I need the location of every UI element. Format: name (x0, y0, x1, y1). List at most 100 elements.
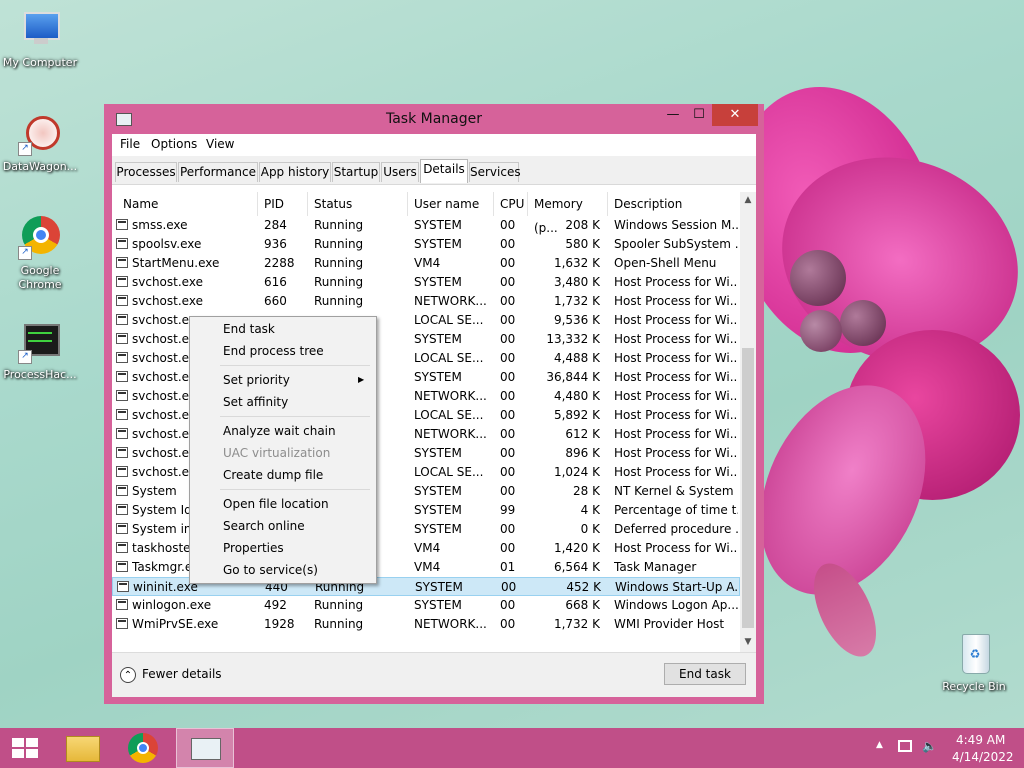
tab-details[interactable]: Details (420, 159, 468, 183)
cell-cpu: 00 (500, 484, 516, 498)
table-header: Name ˄ PID Status User name CPU Memory (… (112, 192, 740, 235)
cell-desc: Deferred procedure ... (614, 522, 738, 536)
cell-cpu: 00 (500, 522, 516, 536)
table-row[interactable]: WmiPrvSE.exe 1928 Running NETWORK... 00 1,732… (112, 615, 740, 634)
column-header-pid[interactable]: PID (258, 192, 308, 216)
cell-user: NETWORK... (414, 427, 487, 441)
end-task-button[interactable]: End task (664, 663, 746, 685)
cell-status: Running (314, 617, 364, 631)
desktop-icon-processhacker[interactable]: ↗ ProcessHac... (0, 320, 80, 382)
menu-item-create-dump-file[interactable]: Create dump file (223, 468, 323, 482)
show-hidden-icons-icon[interactable]: ▲ (876, 740, 883, 750)
taskbar-task-manager[interactable] (176, 728, 234, 768)
fewer-details-link[interactable]: ⌃ Fewer details (120, 665, 222, 683)
network-icon[interactable] (898, 740, 912, 752)
cell-desc: Task Manager (614, 560, 697, 574)
desktop-icon-label: Recycle Bin (942, 680, 1006, 693)
tab-services[interactable]: Services (469, 162, 521, 182)
table-row[interactable]: svchost.exe 616 Running SYSTEM 00 3,480 K Host… (112, 273, 740, 292)
tab-app-history[interactable]: App history (259, 162, 331, 182)
cell-pid: 1928 (264, 617, 295, 631)
cell-user: SYSTEM (414, 237, 462, 251)
column-header-cpu[interactable]: CPU (494, 192, 528, 216)
table-row[interactable]: svchost.exe 660 Running NETWORK... 00 1,732 K… (112, 292, 740, 311)
recycle-bin-icon: ♻ (952, 632, 996, 676)
cell-desc: WMI Provider Host (614, 617, 725, 631)
column-header-user-name[interactable]: User name (408, 192, 494, 216)
column-header-memory[interactable]: Memory (p... (528, 192, 608, 235)
menu-item-search-online[interactable]: Search online (223, 519, 305, 533)
process-icon (117, 581, 129, 592)
menu-item-go-to-services[interactable]: Go to service(s) (223, 563, 318, 577)
desktop-icon-datawagon[interactable]: ↗ DataWagon... (0, 112, 80, 174)
maximize-button[interactable]: ☐ (686, 104, 712, 126)
tab-strip: Processes Performance App history Startu… (112, 156, 756, 185)
menu-options[interactable]: Options (151, 137, 197, 151)
cell-mem: 9,536 K (553, 313, 600, 327)
title-bar[interactable]: Task Manager — ☐ ✕ (104, 104, 764, 134)
cell-cpu: 00 (500, 408, 516, 422)
footer-bar: ⌃ Fewer details End task (112, 652, 756, 697)
desktop-icon-google-chrome[interactable]: ↗ Google Chrome (0, 216, 80, 292)
process-icon (116, 409, 128, 420)
process-icon (116, 618, 128, 629)
desktop-icon-recycle-bin[interactable]: ♻ Recycle Bin (934, 632, 1014, 694)
cell-status: Running (314, 294, 364, 308)
cell-mem: 208 K (565, 218, 600, 232)
column-header-description[interactable]: Description (608, 192, 740, 216)
clock-time[interactable]: 4:49 AM (956, 733, 1005, 747)
cell-desc: Windows Session M... (614, 218, 738, 232)
cell-user: SYSTEM (414, 598, 462, 612)
menu-item-end-task[interactable]: End task (223, 322, 275, 336)
cell-cpu: 00 (500, 370, 516, 384)
datawagon-icon: ↗ (18, 112, 62, 156)
cell-cpu: 00 (501, 580, 517, 594)
cell-mem: 5,892 K (553, 408, 600, 422)
close-button[interactable]: ✕ (712, 104, 758, 126)
menu-item-end-process-tree[interactable]: End process tree (223, 344, 324, 358)
cell-mem: 4,488 K (553, 351, 600, 365)
cell-mem: 1,420 K (553, 541, 600, 555)
volume-muted-icon[interactable]: 🔈 (922, 739, 937, 753)
column-header-status[interactable]: Status (308, 192, 408, 216)
table-row[interactable]: smss.exe 284 Running SYSTEM 00 208 K Windows S… (112, 216, 740, 235)
cell-status: Running (314, 275, 364, 289)
start-button[interactable] (0, 728, 54, 768)
menu-item-set-priority[interactable]: Set priority (223, 373, 290, 387)
vertical-scrollbar[interactable]: ▲ ▼ (740, 192, 756, 652)
cell-desc: Host Process for Wi... (614, 541, 738, 555)
menu-item-open-file-location[interactable]: Open file location (223, 497, 329, 511)
clock-date[interactable]: 4/14/2022 (952, 750, 1014, 764)
tab-processes[interactable]: Processes (115, 162, 177, 182)
process-icon (116, 295, 128, 306)
taskbar-chrome[interactable] (116, 728, 170, 768)
cell-user: LOCAL SE... (414, 313, 484, 327)
table-row[interactable]: winlogon.exe 492 Running SYSTEM 00 668 K Windo… (112, 596, 740, 615)
cell-status: Running (314, 598, 364, 612)
menu-item-properties[interactable]: Properties (223, 541, 284, 555)
menu-view[interactable]: View (206, 137, 234, 151)
tab-users[interactable]: Users (381, 162, 419, 182)
table-row[interactable]: StartMenu.exe 2288 Running VM4 00 1,632 K Open… (112, 254, 740, 273)
cell-desc: Host Process for Wi... (614, 465, 738, 479)
scrollbar-thumb[interactable] (742, 348, 754, 628)
scroll-down-arrow-icon[interactable]: ▼ (740, 634, 756, 650)
tab-performance[interactable]: Performance (178, 162, 258, 182)
scroll-up-arrow-icon[interactable]: ▲ (740, 192, 756, 208)
tab-startup[interactable]: Startup (332, 162, 380, 182)
menu-item-analyze-wait-chain[interactable]: Analyze wait chain (223, 424, 336, 438)
cell-pid: 284 (264, 218, 287, 232)
menu-file[interactable]: File (120, 137, 140, 151)
menu-item-set-affinity[interactable]: Set affinity (223, 395, 288, 409)
cell-mem: 6,564 K (553, 560, 600, 574)
chevron-up-icon: ⌃ (120, 666, 136, 683)
taskbar-file-explorer[interactable] (56, 728, 110, 768)
cell-status: Running (314, 237, 364, 251)
desktop-icon-my-computer[interactable]: My Computer (0, 8, 80, 70)
column-header-name[interactable]: Name ˄ (112, 192, 258, 216)
minimize-button[interactable]: — (660, 104, 686, 126)
cell-name: winlogon.exe (132, 598, 212, 612)
table-row[interactable]: spoolsv.exe 936 Running SYSTEM 00 580 K Spoole… (112, 235, 740, 254)
cell-user: LOCAL SE... (414, 351, 484, 365)
cell-user: SYSTEM (414, 332, 462, 346)
